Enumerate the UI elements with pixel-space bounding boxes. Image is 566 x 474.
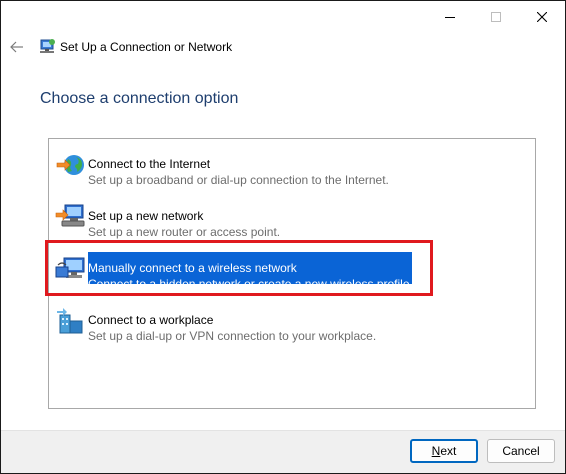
option-label: Connect to the Internet <box>88 157 211 171</box>
minimize-button[interactable] <box>427 1 473 33</box>
next-label-rest: ext <box>440 444 457 458</box>
connection-options-list: Connect to the Internet Set up a broadba… <box>48 138 536 409</box>
window-title: Set Up a Connection or Network <box>60 40 233 54</box>
dialog-window: Set Up a Connection or Network Choose a … <box>0 0 566 474</box>
close-icon <box>537 12 547 22</box>
new-network-icon <box>55 204 85 227</box>
option-connect-workplace[interactable]: Connect to a workplace Set up a dial-up … <box>49 301 535 345</box>
next-button[interactable]: Next <box>410 439 478 463</box>
option-description: Connect to a hidden network or create a … <box>88 277 413 291</box>
option-description: Set up a dial-up or VPN connection to yo… <box>88 329 377 343</box>
wireless-network-icon <box>55 257 85 278</box>
maximize-button <box>473 1 519 33</box>
next-label-accesskey: N <box>431 444 441 458</box>
option-label: Set up a new network <box>88 209 204 223</box>
cancel-button[interactable]: Cancel <box>487 439 555 463</box>
back-arrow-icon <box>10 41 23 53</box>
minimize-icon <box>445 17 455 18</box>
caption-buttons <box>427 1 565 33</box>
option-label: Manually connect to a wireless network <box>88 261 297 275</box>
network-setup-icon <box>40 39 55 53</box>
close-button[interactable] <box>519 1 565 33</box>
maximize-icon <box>491 12 501 22</box>
option-new-network[interactable]: Set up a new network Set up a new router… <box>49 197 535 241</box>
option-manual-wireless[interactable]: Manually connect to a wireless network C… <box>49 249 535 293</box>
page-heading: Choose a connection option <box>40 90 239 107</box>
option-description: Set up a new router or access point. <box>88 225 281 239</box>
internet-globe-icon <box>56 155 84 175</box>
workplace-icon <box>57 308 83 334</box>
option-description: Set up a broadband or dial-up connection… <box>88 173 389 187</box>
option-connect-internet[interactable]: Connect to the Internet Set up a broadba… <box>49 145 535 189</box>
option-label: Connect to a workplace <box>88 313 214 327</box>
back-button[interactable] <box>7 37 27 57</box>
dialog-footer: Next Cancel <box>1 430 565 473</box>
